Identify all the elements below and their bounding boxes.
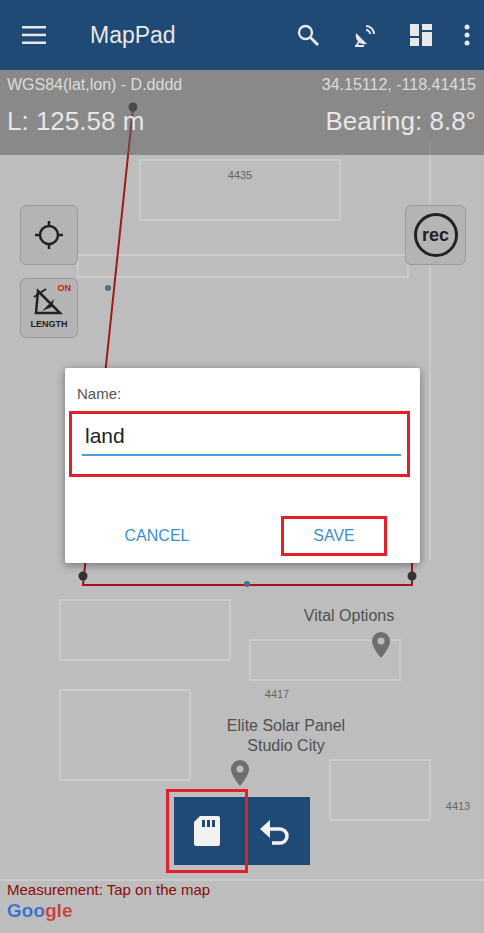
toggle-label: LENGTH: [31, 319, 68, 329]
menu-icon[interactable]: [22, 26, 46, 44]
map-status: Measurement: Tap on the map Google: [7, 881, 210, 922]
record-badge: rec: [414, 213, 458, 257]
layers-icon[interactable]: [410, 24, 432, 46]
info-row: WGS84(lat,lon) - D.dddd 34.15112, -118.41…: [7, 76, 476, 94]
app-bar: MapPad: [0, 0, 484, 70]
name-field[interactable]: land: [69, 411, 410, 477]
save-button[interactable]: [174, 797, 240, 865]
app-title: MapPad: [90, 22, 176, 49]
search-icon[interactable]: [296, 23, 320, 47]
label-line: Vital Options: [304, 606, 394, 626]
undo-icon: [260, 817, 290, 845]
more-icon[interactable]: [464, 24, 470, 46]
locate-button[interactable]: [20, 205, 78, 265]
bearing-reading: Bearing: 8.8°: [325, 106, 476, 137]
crosshair-icon: [34, 220, 64, 250]
undo-button[interactable]: [240, 797, 310, 865]
address-label: 4417: [265, 688, 289, 700]
info-row: L: 125.58 m Bearing: 8.8°: [7, 106, 476, 137]
label-line: 4417: [265, 688, 289, 700]
toggle-state: ON: [58, 283, 72, 293]
button-label: CANCEL: [125, 527, 190, 545]
record-label: rec: [422, 225, 449, 246]
place-label[interactable]: Vital Options: [304, 606, 394, 626]
label-line: Elite Solar Panel: [227, 716, 345, 736]
coordinates: 34.15112, -118.41415: [322, 76, 476, 94]
address-label: 4413: [446, 800, 470, 812]
measurement-info: WGS84(lat,lon) - D.dddd 34.15112, -118.41…: [0, 70, 484, 155]
name-input[interactable]: land: [82, 424, 401, 456]
length-reading: L: 125.58 m: [7, 106, 144, 137]
record-button[interactable]: rec: [405, 205, 466, 265]
sd-card-icon: [194, 816, 220, 846]
google-logo: Google: [7, 900, 210, 922]
save-button[interactable]: SAVE: [281, 516, 387, 556]
tool-bar: [0, 797, 484, 865]
button-label: SAVE: [313, 527, 355, 545]
cancel-button[interactable]: CANCEL: [104, 516, 210, 556]
satellite-icon[interactable]: [352, 22, 378, 48]
name-label: Name:: [77, 385, 420, 402]
name-dialog: Name: land CANCEL SAVE: [65, 368, 420, 563]
label-line: Studio City: [227, 736, 345, 756]
place-label[interactable]: Elite Solar PanelStudio City: [227, 716, 345, 756]
length-toggle[interactable]: ON LENGTH: [20, 278, 78, 338]
address-label: 4435: [228, 169, 252, 181]
label-line: 4435: [228, 169, 252, 181]
crs-label: WGS84(lat,lon) - D.dddd: [7, 76, 182, 94]
label-line: 4413: [446, 800, 470, 812]
mappad-screen: MapPad WGS84(lat,lon) - D.dddd 34.15112, -…: [0, 0, 484, 933]
place-pin-icon[interactable]: [372, 632, 390, 658]
dialog-buttons: CANCEL SAVE: [65, 516, 420, 556]
measurement-hint: Measurement: Tap on the map: [7, 881, 210, 898]
app-bar-actions: [296, 22, 470, 48]
place-pin-icon[interactable]: [231, 760, 249, 786]
